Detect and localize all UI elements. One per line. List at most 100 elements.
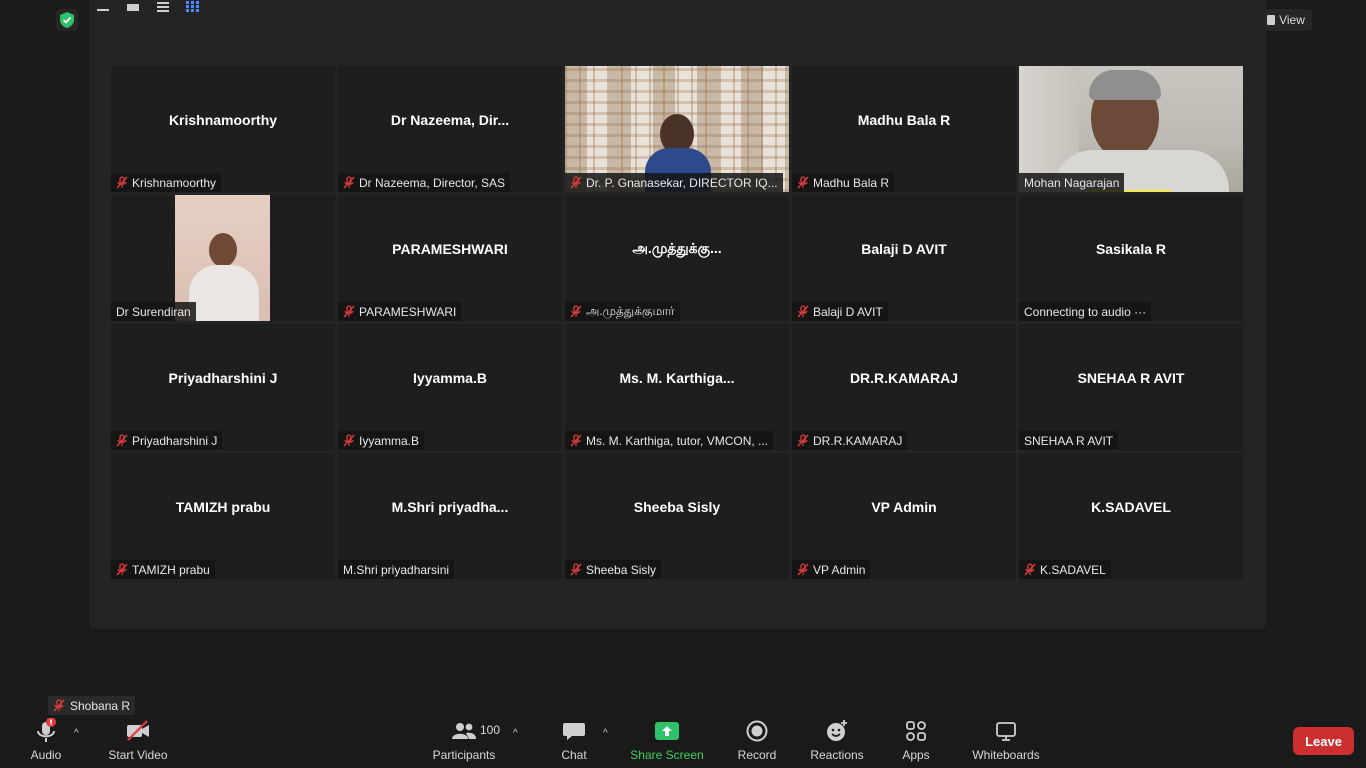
participant-label-text: Ms. M. Karthiga, tutor, VMCON, ... bbox=[586, 433, 769, 448]
reactions-icon bbox=[827, 720, 847, 741]
chat-icon bbox=[563, 723, 585, 740]
participant-tile[interactable]: Priyadharshini J Priyadharshini J bbox=[111, 324, 335, 450]
participant-label-text: Madhu Bala R bbox=[813, 175, 890, 190]
grid-icon[interactable] bbox=[186, 0, 200, 18]
participant-tile[interactable]: Dr Surendiran bbox=[111, 195, 335, 321]
participant-name-display: PARAMESHWARI bbox=[392, 241, 508, 257]
participant-tile[interactable]: SNEHAA R AVIT SNEHAA R AVIT bbox=[1019, 324, 1243, 450]
mic-muted-icon bbox=[116, 563, 128, 576]
mic-muted-icon bbox=[797, 434, 809, 447]
mic-muted-icon bbox=[797, 176, 809, 189]
participant-tile[interactable]: Iyyamma.B Iyyamma.B bbox=[338, 324, 562, 450]
participant-name-display: Ms. M. Karthiga... bbox=[619, 370, 735, 386]
participant-name-display: TAMIZH prabu bbox=[175, 499, 271, 515]
participant-label-text: SNEHAA R AVIT bbox=[1024, 433, 1114, 448]
whiteboard-icon bbox=[996, 722, 1016, 741]
minimize-icon[interactable] bbox=[96, 0, 110, 18]
participant-tile[interactable]: Mohan Nagarajan bbox=[1019, 66, 1243, 192]
participant-label-text: Mohan Nagarajan bbox=[1024, 175, 1120, 190]
participants-icon bbox=[452, 723, 476, 739]
participant-label-text: Dr Surendiran bbox=[116, 304, 191, 319]
start-video-button[interactable]: Start Video bbox=[106, 716, 170, 768]
participant-tile[interactable]: Krishnamoorthy Krishnamoorthy bbox=[111, 66, 335, 192]
participant-name-display: DR.R.KAMARAJ bbox=[849, 370, 959, 386]
meeting-toolbar: Audio ^ Start Video Participants 100 ^ C… bbox=[0, 716, 1366, 768]
view-label: View bbox=[1279, 13, 1305, 27]
security-shield-icon[interactable] bbox=[56, 9, 78, 31]
record-button[interactable]: Record bbox=[736, 716, 778, 768]
participant-label-text: Krishnamoorthy bbox=[132, 175, 217, 190]
participant-label-text: அ.முத்துக்குமார் bbox=[586, 303, 675, 318]
participant-name-label: Sheeba Sisly bbox=[565, 560, 662, 579]
mic-muted-icon bbox=[797, 563, 809, 576]
participant-name-label: SNEHAA R AVIT bbox=[1019, 431, 1119, 450]
apps-icon bbox=[906, 721, 926, 741]
participant-name-display: Sasikala R bbox=[1095, 241, 1167, 257]
share-screen-icon bbox=[655, 722, 679, 740]
participant-name-label: Krishnamoorthy bbox=[111, 173, 222, 192]
participant-name-label: TAMIZH prabu bbox=[111, 560, 215, 579]
participant-name-display: Sheeba Sisly bbox=[633, 499, 721, 515]
audio-label: Audio bbox=[30, 748, 62, 762]
share-screen-button[interactable]: Share Screen bbox=[630, 716, 704, 768]
participant-tile[interactable]: Ms. M. Karthiga... Ms. M. Karthiga, tutor… bbox=[565, 324, 789, 450]
participant-name-label: Dr. P. Gnanasekar, DIRECTOR IQ... bbox=[565, 173, 783, 192]
self-view-label: Shobana R bbox=[48, 696, 136, 715]
reactions-button[interactable]: Reactions bbox=[808, 716, 866, 768]
participant-name-display: K.SADAVEL bbox=[1091, 499, 1171, 515]
mic-muted-icon bbox=[570, 434, 582, 447]
participant-tile[interactable]: Sheeba Sisly Sheeba Sisly bbox=[565, 453, 789, 579]
whiteboards-button[interactable]: Whiteboards bbox=[968, 716, 1044, 768]
participant-tile[interactable]: VP Admin VP Admin bbox=[792, 453, 1016, 579]
participant-label-text: VP Admin bbox=[813, 562, 866, 577]
participant-tile[interactable]: Dr Nazeema, Dir... Dr Nazeema, Director, … bbox=[338, 66, 562, 192]
apps-button[interactable]: Apps bbox=[898, 716, 934, 768]
reactions-label: Reactions bbox=[810, 748, 864, 762]
participant-label-text: K.SADAVEL bbox=[1040, 562, 1106, 577]
participant-tile[interactable]: PARAMESHWARI PARAMESHWARI bbox=[338, 195, 562, 321]
participants-options-caret-icon[interactable]: ^ bbox=[513, 728, 518, 739]
chat-button[interactable]: Chat bbox=[554, 716, 594, 768]
participant-label-text: Iyyamma.B bbox=[359, 433, 420, 448]
participant-name-label: அ.முத்துக்குமார் bbox=[565, 302, 680, 321]
start-video-label: Start Video bbox=[108, 748, 168, 762]
participant-name-label: Connecting to audio ··· bbox=[1019, 302, 1152, 321]
participant-tile[interactable]: Balaji D AVIT Balaji D AVIT bbox=[792, 195, 1016, 321]
participant-name-display: Dr Nazeema, Dir... bbox=[390, 112, 510, 128]
participant-name-label: Dr Surendiran bbox=[111, 302, 196, 321]
participant-name-display: Balaji D AVIT bbox=[861, 241, 947, 257]
participant-name-label: Iyyamma.B bbox=[338, 431, 425, 450]
participant-name-label: Mohan Nagarajan bbox=[1019, 173, 1125, 192]
participant-video-hair bbox=[1089, 70, 1161, 100]
participant-tile[interactable]: K.SADAVEL K.SADAVEL bbox=[1019, 453, 1243, 579]
participant-tile[interactable]: DR.R.KAMARAJ DR.R.KAMARAJ bbox=[792, 324, 1016, 450]
participant-tile[interactable]: Madhu Bala R Madhu Bala R bbox=[792, 66, 1016, 192]
participant-label-text: Dr. P. Gnanasekar, DIRECTOR IQ... bbox=[586, 175, 778, 190]
participant-tile[interactable]: TAMIZH prabu TAMIZH prabu bbox=[111, 453, 335, 579]
participant-tile[interactable]: Sasikala R Connecting to audio ··· bbox=[1019, 195, 1243, 321]
share-screen-label: Share Screen bbox=[630, 748, 704, 762]
audio-button[interactable]: Audio bbox=[26, 716, 66, 768]
participant-tile[interactable]: Dr. P. Gnanasekar, DIRECTOR IQ... bbox=[565, 66, 789, 192]
participant-tile[interactable]: M.Shri priyadha... M.Shri priyadharsini bbox=[338, 453, 562, 579]
mic-muted-icon bbox=[343, 305, 355, 318]
tile-icon[interactable] bbox=[126, 0, 140, 18]
mic-muted-icon bbox=[116, 434, 128, 447]
view-button[interactable]: View bbox=[1260, 9, 1312, 31]
participant-label-text: Balaji D AVIT bbox=[813, 304, 883, 319]
participant-tile[interactable]: அ.முத்துக்கு... அ.முத்துக்குமார் bbox=[565, 195, 789, 321]
record-label: Record bbox=[737, 748, 777, 762]
audio-options-caret-icon[interactable]: ^ bbox=[74, 728, 79, 739]
participant-name-label: Ms. M. Karthiga, tutor, VMCON, ... bbox=[565, 431, 774, 450]
participant-name-label: DR.R.KAMARAJ bbox=[792, 431, 908, 450]
participant-name-label: M.Shri priyadharsini bbox=[338, 560, 455, 579]
mic-muted-icon bbox=[343, 434, 355, 447]
chat-label: Chat bbox=[561, 748, 587, 762]
list-icon[interactable] bbox=[156, 0, 170, 18]
participant-name-display: SNEHAA R AVIT bbox=[1077, 370, 1185, 386]
participant-label-text: Connecting to audio ··· bbox=[1024, 304, 1147, 319]
chat-options-caret-icon[interactable]: ^ bbox=[603, 728, 608, 739]
participant-name-display: Priyadharshini J bbox=[168, 370, 278, 386]
leave-button[interactable]: Leave bbox=[1293, 727, 1354, 755]
participant-name-label: Priyadharshini J bbox=[111, 431, 223, 450]
